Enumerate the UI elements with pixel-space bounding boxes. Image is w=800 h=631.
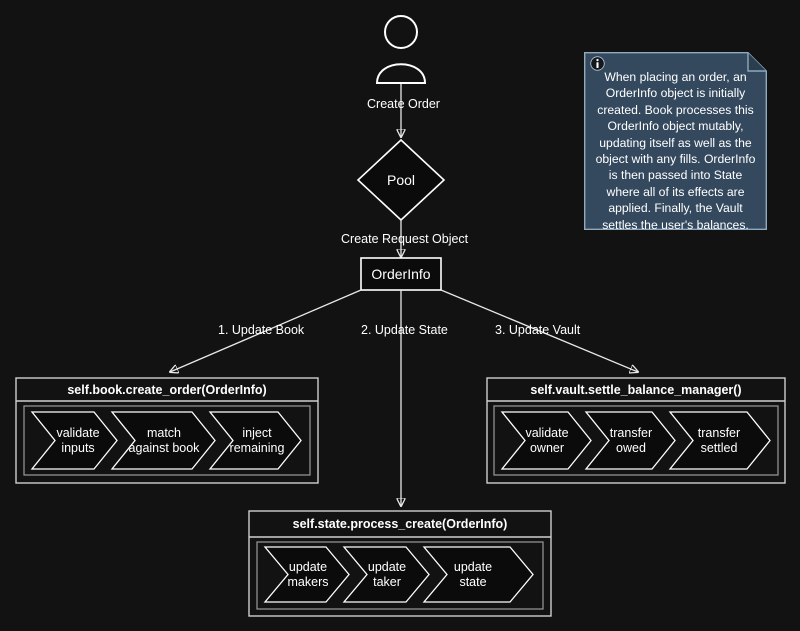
chevron-label-line1: update [367,560,407,574]
chevron-label-line2: inputs [61,441,95,455]
chevron-label-line1: match [146,426,182,440]
chevron-label-line1: validate [56,426,100,440]
chevron-label-line2: owed [616,441,646,455]
chevron-label-line2: taker [373,575,401,589]
chevron-label-line1: transfer [609,426,653,440]
user-actor-icon [375,15,427,84]
chevron-label-line2: remaining [229,441,285,455]
chevron-label-line2: owner [529,441,565,455]
diagram-canvas: Create Order Create Request Object 1. Up… [0,0,800,631]
node-label-orderinfo: OrderInfo [371,266,431,282]
chevron-label-line2: settled [700,441,738,455]
group-title-state: self.state.process_create(OrderInfo) [292,517,508,531]
chevron-label-line1: update [453,560,493,574]
chevron-label: update makers [277,560,339,590]
note-text: When placing an order, an OrderInfo obje… [595,70,756,232]
chevron-label: validate owner [514,426,580,456]
chevron-label-line1: transfer [697,426,741,440]
chevron-label-line2: makers [287,575,329,589]
chevron-label-line1: update [288,560,328,574]
chevron-label: update state [442,560,504,590]
chevron-label: transfer owed [598,426,664,456]
edge-label-create-order: Create Order [367,97,440,111]
node-label-pool: Pool [386,172,416,188]
chevron-label-line2: against book [128,441,200,455]
chevron-label-line2: state [459,575,487,589]
edge-label-update-vault: 3. Update Vault [495,323,581,337]
edge-label-create-request-object: Create Request Object [341,232,469,246]
chevron-label: update taker [356,560,418,590]
edge-label-update-state: 2. Update State [361,323,448,337]
chevron-label: match against book [125,426,203,456]
chevron-label: validate inputs [48,426,108,456]
chevron-label-line1: validate [525,426,569,440]
chevron-label-line1: inject [242,426,272,440]
edge-label-update-book: 1. Update Book [218,323,305,337]
group-title-book: self.book.create_order(OrderInfo) [67,383,267,397]
chevron-label: transfer settled [686,426,752,456]
chevron-label: inject remaining [224,426,290,456]
info-note: When placing an order, an OrderInfo obje… [584,52,767,232]
group-title-vault: self.vault.settle_balance_manager() [530,383,742,397]
